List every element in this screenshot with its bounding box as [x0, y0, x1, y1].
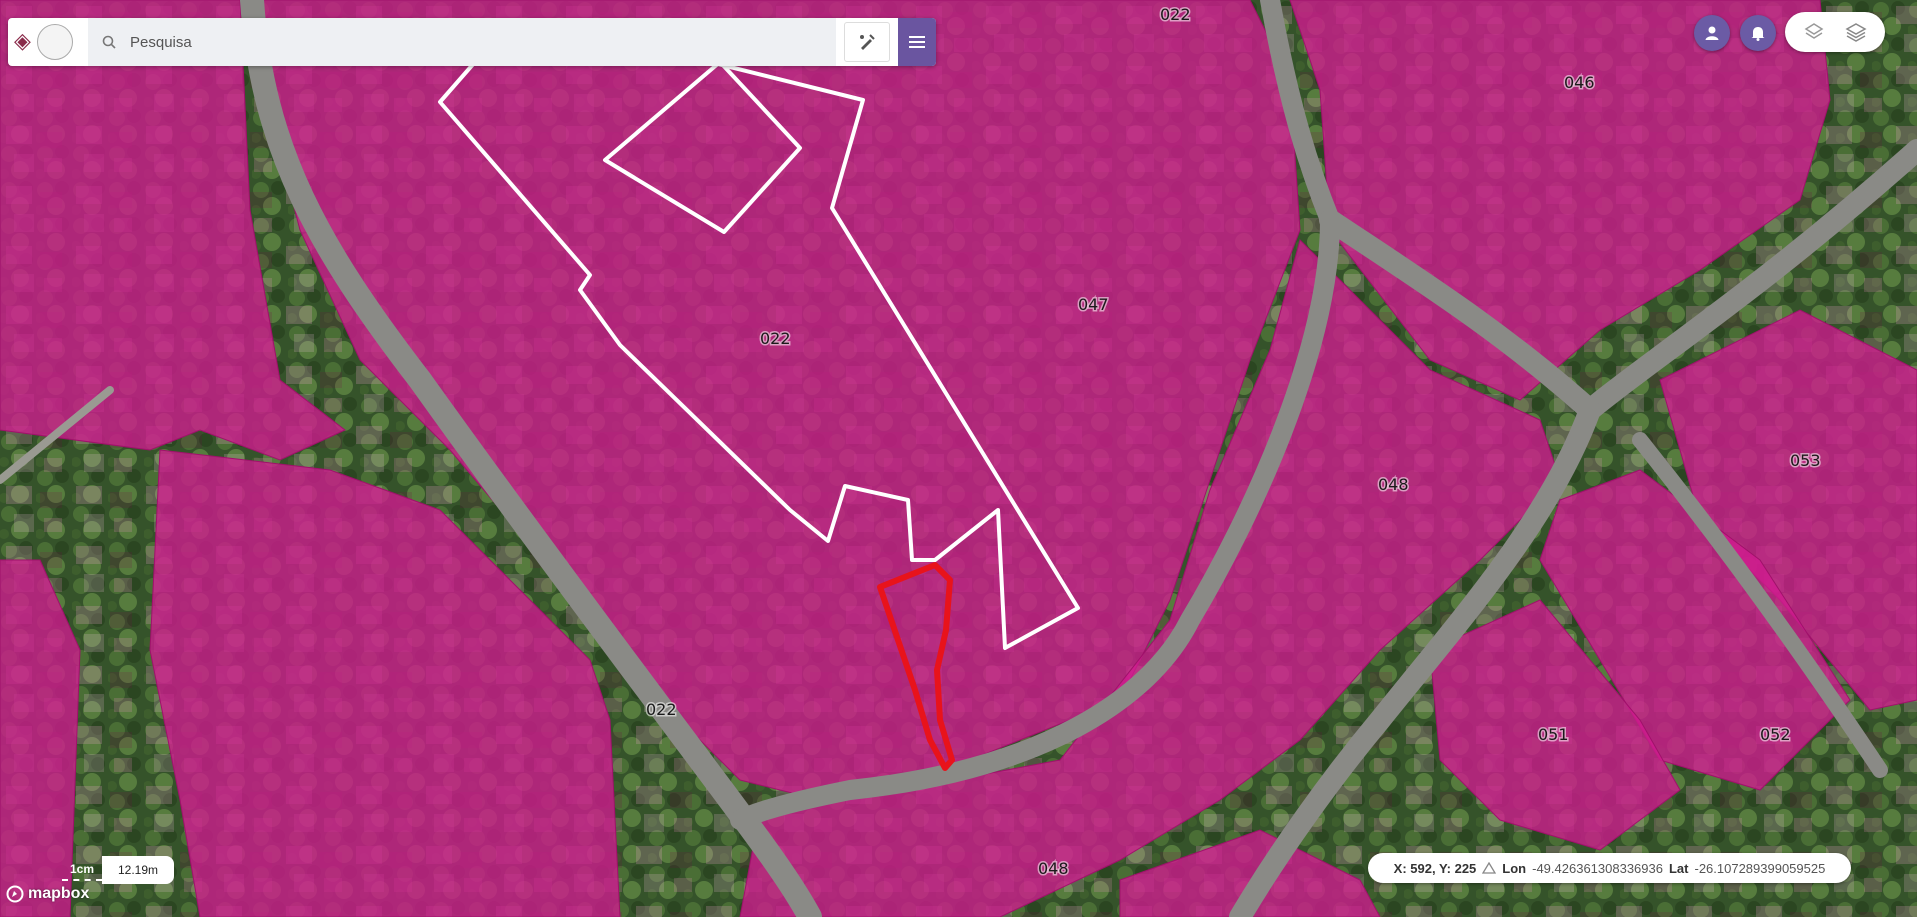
parcel-label: 046	[1564, 73, 1595, 92]
search-field[interactable]	[88, 18, 836, 66]
parcel-label: 022	[646, 700, 677, 719]
draw-tool-button[interactable]	[844, 22, 890, 62]
parcel-label: 052	[1760, 725, 1791, 744]
parcel-label: 022	[760, 329, 791, 348]
map-scale: 1cm 12.19m	[62, 856, 175, 884]
mapbox-attribution[interactable]: mapbox	[6, 885, 89, 903]
search-input[interactable]	[128, 32, 772, 52]
hamburger-menu-icon	[909, 36, 925, 48]
layers-stack-icon[interactable]	[1844, 21, 1868, 43]
scale-value: 12.19m	[102, 856, 175, 884]
scale-unit: 1cm	[62, 859, 102, 881]
parcel-label: 047	[1078, 295, 1109, 314]
app-logo[interactable]: ◈	[8, 18, 88, 66]
draw-tool-icon	[860, 34, 875, 50]
notifications-button[interactable]	[1740, 15, 1776, 51]
coordinate-readout: X: 592, Y: 225 Lon -49.426361308336936 L…	[1368, 853, 1851, 883]
layer-switcher	[1785, 12, 1885, 52]
triangle-icon	[1482, 862, 1497, 874]
parcel-label: 051	[1538, 725, 1569, 744]
layers-icon[interactable]	[1803, 21, 1825, 43]
parcel-label: 048	[1038, 859, 1069, 878]
map-canvas[interactable]: 022 046 047 022 048 053 022 051 052 048	[0, 0, 1917, 917]
menu-button[interactable]	[898, 18, 936, 66]
search-icon	[102, 35, 116, 49]
mapbox-wordmark: mapbox	[28, 885, 90, 902]
user-button[interactable]	[1694, 15, 1730, 51]
search-bar: ◈	[8, 18, 936, 66]
cursor-xy: X: 592, Y: 225	[1393, 860, 1477, 876]
parcel-label: 048	[1378, 475, 1409, 494]
user-icon	[1705, 26, 1719, 40]
municipal-seal	[36, 24, 73, 60]
parcel-label: 022	[1160, 5, 1191, 24]
latitude-label: Lat	[1668, 860, 1689, 876]
latitude-value: -26.107289399059525	[1694, 860, 1826, 876]
mapbox-logo-icon	[6, 885, 24, 903]
bell-icon	[1751, 27, 1765, 41]
parcel-label: 053	[1790, 451, 1821, 470]
logo-mark-icon: ◈	[14, 29, 31, 54]
longitude-value: -49.426361308336936	[1532, 860, 1663, 876]
longitude-label: Lon	[1502, 860, 1527, 876]
